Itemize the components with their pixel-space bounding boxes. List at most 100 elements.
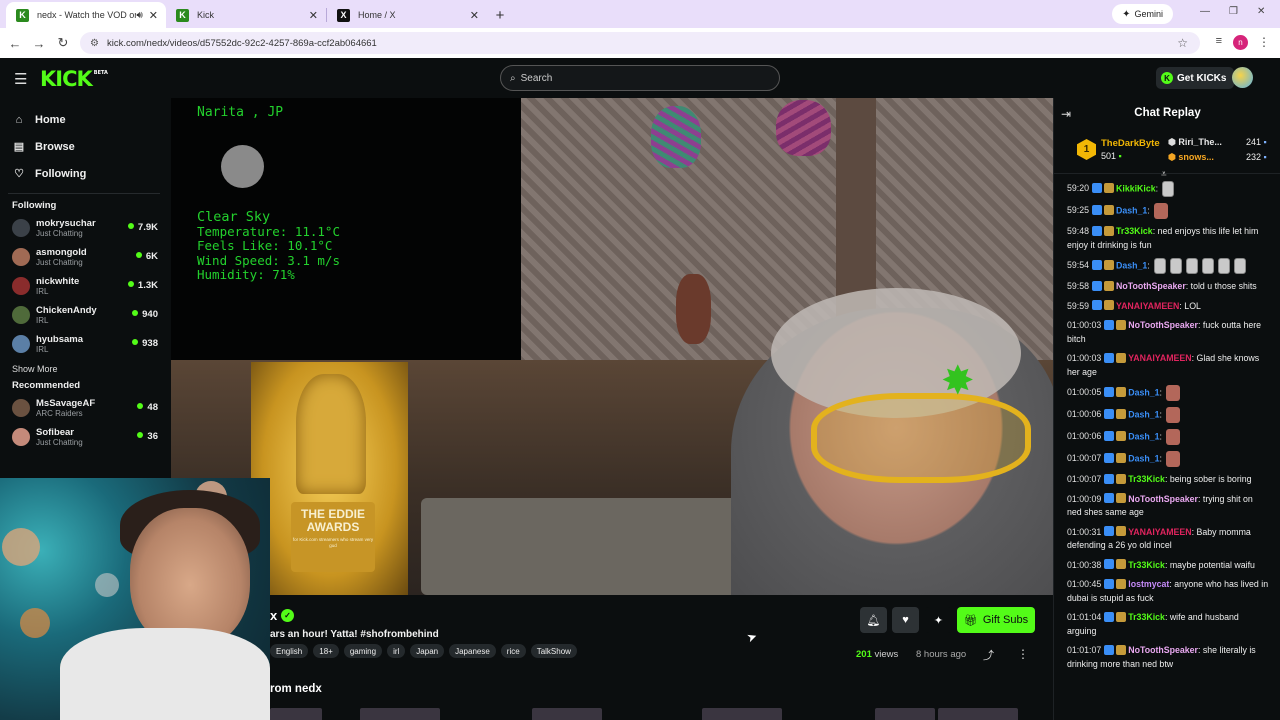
profile-avatar[interactable]: n	[1233, 35, 1248, 50]
share-icon[interactable]: ⤴	[983, 647, 994, 663]
message-colon: :	[1159, 387, 1162, 398]
menu-hamburger-icon[interactable]: ☰	[14, 70, 27, 88]
get-kicks-button[interactable]: K Get KICKs	[1156, 67, 1235, 89]
badge-icon	[1104, 352, 1115, 363]
tag-pill[interactable]: rice	[500, 644, 526, 658]
chat-message: 01:00:07 Tr33Kick: being sober is boring	[1054, 470, 1280, 490]
message-username[interactable]: Tr33Kick	[1128, 612, 1165, 622]
nav-home[interactable]: ⌂ Home	[0, 106, 170, 133]
message-username[interactable]: YANAIYAMEEN	[1116, 301, 1179, 311]
forward-arrow-icon[interactable]: →	[27, 36, 51, 51]
close-tab-icon[interactable]: ✕	[149, 9, 158, 22]
nav-following[interactable]: ♡ Following	[0, 160, 170, 187]
message-text: maybe potential waifu	[1169, 559, 1255, 570]
bookmark-star-icon[interactable]: ☆	[1177, 36, 1188, 50]
minimize-window-icon[interactable]: —	[1200, 6, 1210, 17]
tag-pill[interactable]: 18+	[313, 644, 339, 658]
sidebar-channel[interactable]: ChickenAndy IRL 940	[0, 302, 170, 331]
browser-tab-1[interactable]: K Kick ✕	[166, 2, 326, 28]
site-info-icon[interactable]: ⚙︎	[90, 38, 99, 49]
video-thumbnail[interactable]	[270, 708, 322, 720]
more-options-icon[interactable]: ⋮	[1017, 647, 1029, 661]
message-username[interactable]: Dash_1	[1116, 205, 1147, 215]
gemini-button[interactable]: ✦ Gemini	[1112, 4, 1173, 24]
message-username[interactable]: NoToothSpeaker	[1128, 494, 1198, 504]
search-input[interactable]: ⌕ Search	[500, 65, 780, 91]
message-username[interactable]: Dash_1	[1128, 409, 1159, 419]
leader-name[interactable]: ⬢ Riri_The...	[1168, 137, 1222, 148]
message-username[interactable]: Dash_1	[1128, 431, 1159, 441]
message-text: being sober is boring	[1169, 474, 1252, 484]
speaker-icon[interactable]: 🔊︎	[136, 10, 142, 21]
back-arrow-icon[interactable]: ←	[3, 36, 27, 51]
badge-icon	[1116, 526, 1127, 537]
close-window-icon[interactable]: ✕	[1257, 6, 1265, 17]
message-username[interactable]: NoToothSpeaker	[1128, 645, 1198, 655]
message-username[interactable]: Tr33Kick	[1128, 474, 1165, 484]
chat-messages[interactable]: 59:20 KikkiKick: 59:25 Dash_1: 59:48 Tr33Kick…	[1054, 178, 1280, 720]
chat-message: 01:01:04 Tr33Kick: wife and husband argui…	[1054, 608, 1280, 641]
chat-panel: ⇥ Chat Replay 1 TheDarkByte 501 ▪ ⬢ Riri…	[1053, 98, 1280, 720]
sidebar-channel[interactable]: asmongold Just Chatting 6K	[0, 244, 170, 273]
sidebar-channel[interactable]: hyubsama IRL 938	[0, 331, 170, 360]
video-thumbnail[interactable]	[938, 708, 1018, 720]
message-username[interactable]: YANAIYAMEEN	[1128, 353, 1191, 363]
tag-pill[interactable]: Japan	[410, 644, 445, 658]
browser-tab-2[interactable]: X Home / X ✕	[327, 2, 487, 28]
restore-window-icon[interactable]: ❐	[1229, 6, 1238, 17]
message-username[interactable]: Dash_1	[1116, 260, 1147, 270]
media-control-icon[interactable]: ≡	[1216, 35, 1222, 47]
tag-pill[interactable]: Japanese	[449, 644, 496, 658]
message-timestamp: 59:59	[1067, 300, 1090, 311]
message-username[interactable]: NoToothSpeaker	[1116, 281, 1186, 291]
close-tab-icon[interactable]: ✕	[470, 9, 479, 22]
notification-bell-button[interactable]: 🔔︎	[860, 607, 887, 633]
message-username[interactable]: Tr33Kick	[1128, 560, 1165, 570]
emote-icon	[1166, 385, 1180, 401]
leader-name[interactable]: TheDarkByte	[1101, 138, 1160, 149]
message-username[interactable]: Dash_1	[1128, 387, 1159, 397]
webcam-person-shirt	[60, 628, 270, 720]
sidebar-channel[interactable]: mokrysuchar Just Chatting 7.9K	[0, 215, 170, 244]
address-bar[interactable]: ⚙︎ kick.com/nedx/videos/d57552dc-92c2-42…	[80, 32, 1200, 54]
new-tab-button[interactable]: +	[487, 2, 513, 28]
close-tab-icon[interactable]: ✕	[309, 9, 318, 22]
message-username[interactable]: Tr33Kick	[1116, 226, 1153, 236]
browser-menu-icon[interactable]: ⋮	[1258, 35, 1270, 49]
follow-heart-button[interactable]: ♥	[892, 607, 919, 633]
tag-pill[interactable]: English	[270, 644, 309, 658]
message-timestamp: 59:48	[1067, 226, 1090, 236]
message-username[interactable]: NoToothSpeaker	[1128, 320, 1198, 330]
clip-button[interactable]: ✦	[925, 607, 952, 633]
leader-name[interactable]: ⬢ snows...	[1168, 152, 1214, 163]
tag-pill[interactable]: irl	[387, 644, 406, 658]
heart-icon: ♥	[902, 614, 909, 626]
video-player[interactable]: ✸ Narita , JP Clear Sky Temperature: 11.…	[171, 98, 1053, 595]
tag-pill[interactable]: TalkShow	[530, 644, 577, 658]
channel-viewers: 940	[132, 309, 158, 320]
sidebar-channel[interactable]: nickwhite IRL 1.3K	[0, 273, 170, 302]
show-more-link[interactable]: Show More	[0, 364, 170, 374]
tag-pill[interactable]: gaming	[343, 644, 383, 658]
streamer-name[interactable]: x	[270, 608, 277, 623]
message-username[interactable]: KikkiKick	[1116, 183, 1156, 193]
user-avatar[interactable]	[1232, 67, 1253, 88]
video-thumbnail[interactable]	[532, 708, 602, 720]
reload-icon[interactable]: ↻	[51, 35, 75, 51]
sidebar-channel[interactable]: MsSavageAF ARC Raiders 48	[0, 395, 170, 424]
message-username[interactable]: YANAIYAMEEN	[1128, 527, 1191, 537]
message-timestamp: 01:00:06	[1067, 431, 1102, 442]
weather-line: Wind Speed: 3.1 m/s	[197, 252, 340, 268]
view-count: 201 views	[856, 649, 898, 660]
sidebar-channel[interactable]: Sofibear Just Chatting 36	[0, 424, 170, 453]
video-thumbnail[interactable]	[360, 708, 440, 720]
browser-tab-0[interactable]: K nedx - Watch the VOD on 🔊︎ ✕	[6, 2, 166, 28]
video-thumbnail[interactable]	[875, 708, 935, 720]
emote-icon	[1233, 258, 1246, 274]
video-thumbnail[interactable]	[702, 708, 782, 720]
message-username[interactable]: Dash_1	[1128, 453, 1159, 463]
nav-browse[interactable]: ▤ Browse	[0, 133, 170, 160]
message-username[interactable]: lostmycat	[1128, 579, 1169, 589]
kick-logo[interactable]: KICK BETA	[40, 67, 108, 91]
gift-subs-button[interactable]: 🎁︎ Gift Subs	[957, 607, 1035, 633]
